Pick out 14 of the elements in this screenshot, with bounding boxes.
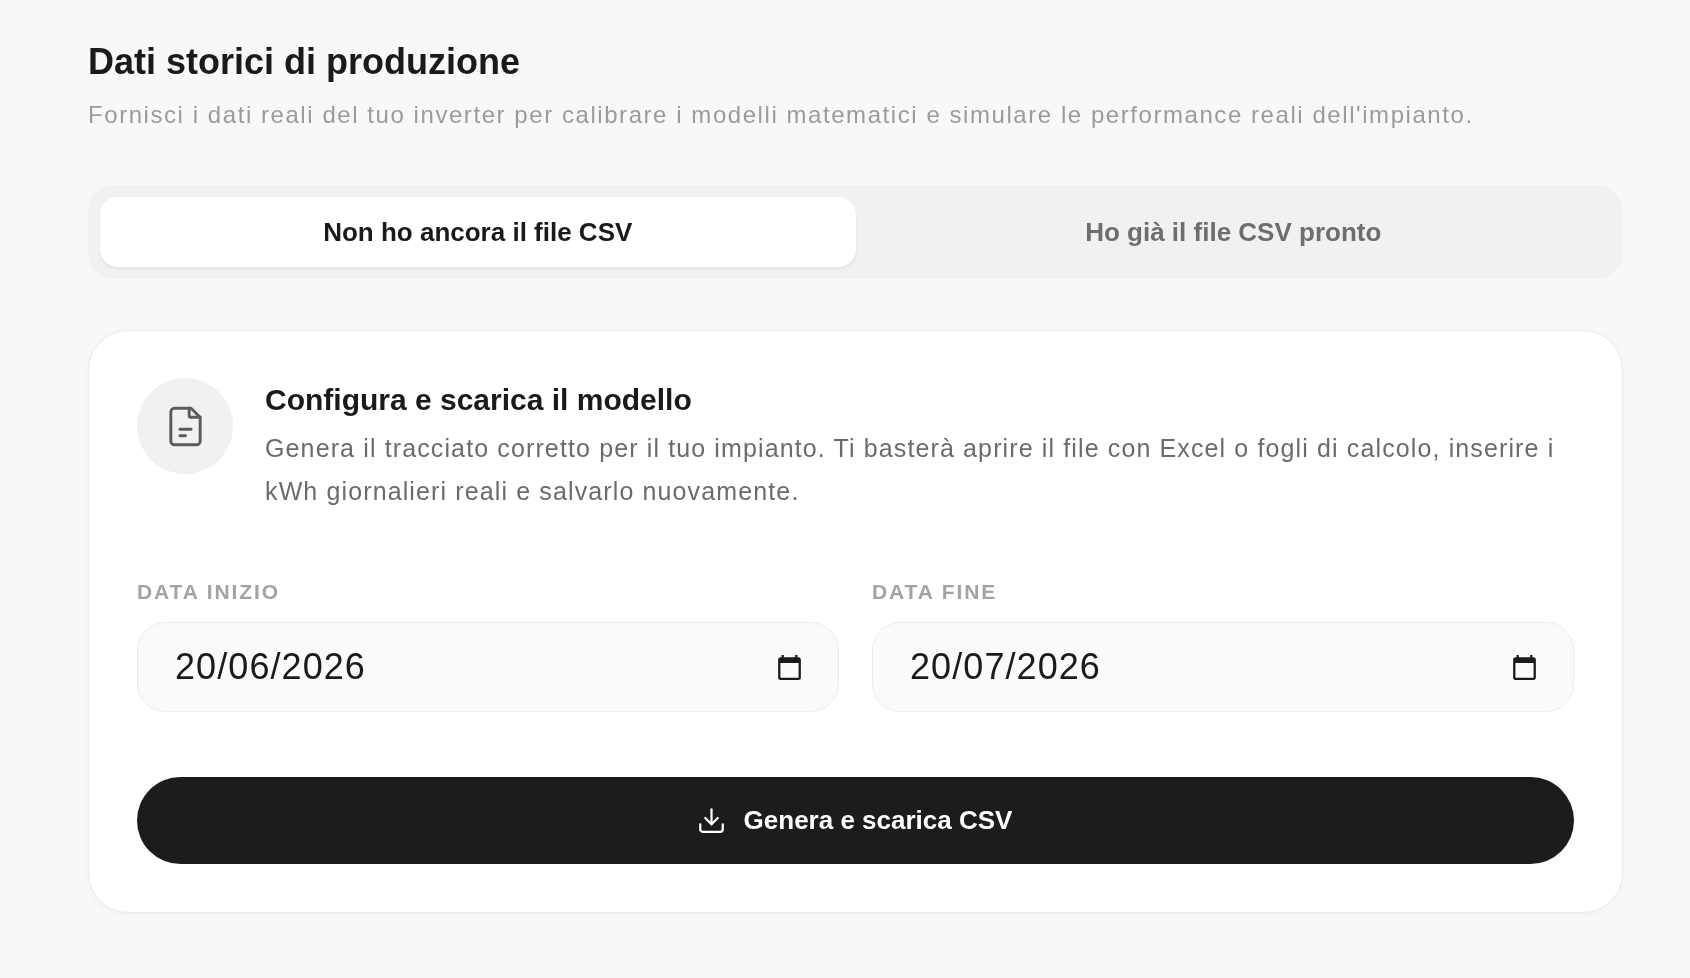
- date-field[interactable]: 20/06/2026: [137, 622, 839, 712]
- card-title: Configura e scarica il modello: [265, 382, 692, 418]
- calendar-icon[interactable]: [1513, 654, 1536, 680]
- calendar-icon[interactable]: [778, 654, 801, 680]
- field-label: DATA FINE: [872, 579, 998, 605]
- page-title: Dati storici di produzione: [88, 40, 521, 84]
- card-description: Genera il tracciato corretto per il tuo impianto. Ti basterà aprire il file con Excel o fogli di calcolo, inserire i kWh giornalieri reali e salvarlo nuovamente.: [265, 433, 1556, 507]
- field-label: DATA INIZIO: [137, 579, 280, 605]
- download-icon: [698, 808, 724, 833]
- date-field[interactable]: 20/07/2026: [872, 622, 1574, 712]
- tab[interactable]: Non ho ancora il file CSV: [100, 197, 856, 267]
- tab[interactable]: Ho già il file CSV pronto: [855, 197, 1611, 267]
- download-button[interactable]: Genera e scarica CSV: [137, 777, 1574, 864]
- page-subtitle: Fornisci i dati reali del tuo inverter per calibrare i modelli matematici e simulare le performance reali dell'impianto.: [88, 100, 1474, 130]
